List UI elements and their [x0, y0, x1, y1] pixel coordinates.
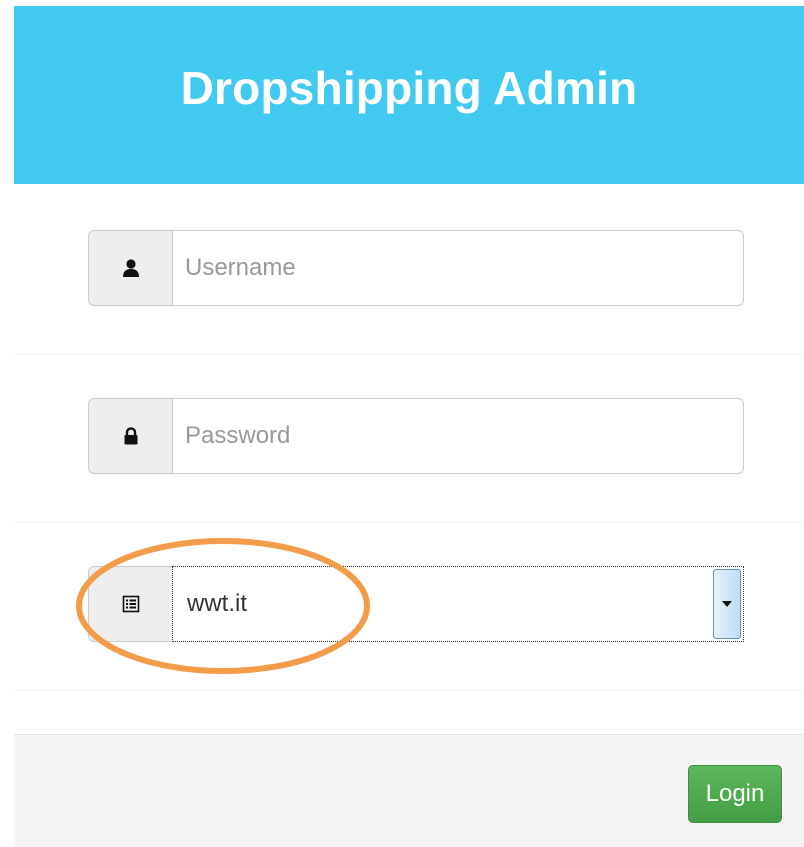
chevron-down-icon: [722, 601, 732, 607]
login-button[interactable]: Login: [688, 765, 782, 823]
user-icon: [122, 259, 139, 277]
store-row: wwt.it: [88, 566, 744, 642]
password-row: [88, 398, 744, 474]
page-title: Dropshipping Admin: [180, 62, 638, 114]
separator: [14, 354, 804, 355]
form-footer: Login: [14, 734, 804, 847]
username-addon: [88, 230, 172, 306]
store-select[interactable]: wwt.it: [172, 566, 744, 642]
username-row: [88, 230, 744, 306]
login-page: Dropshipping Admin Username wwt.it Login: [0, 0, 804, 847]
separator: [14, 690, 804, 691]
store-addon: [88, 566, 172, 642]
store-select-value: wwt.it: [187, 590, 247, 617]
header-banner: Dropshipping Admin: [14, 6, 804, 184]
password-input[interactable]: [172, 398, 744, 474]
password-addon: [88, 398, 172, 474]
separator: [14, 522, 804, 523]
select-dropdown-button[interactable]: [713, 569, 741, 639]
list-icon: [122, 595, 139, 613]
lock-icon: [124, 427, 137, 445]
username-input[interactable]: [172, 230, 744, 306]
